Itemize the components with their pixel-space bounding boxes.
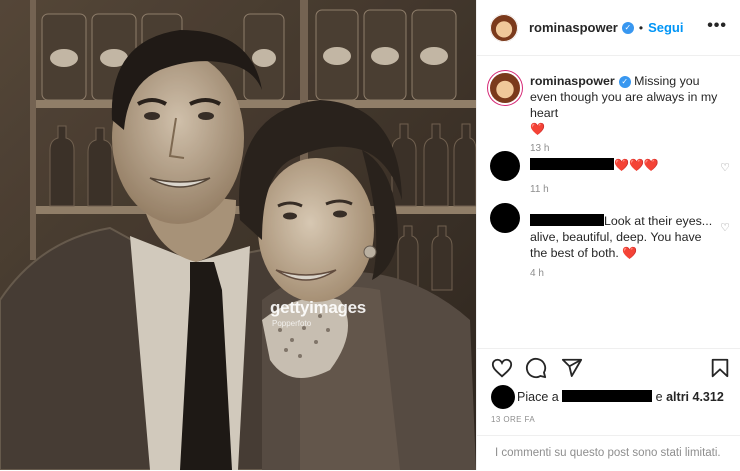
redacted-username <box>530 158 614 170</box>
action-icons <box>491 357 731 381</box>
comment-hearts: ❤️❤️❤️ <box>614 158 659 172</box>
liker-avatar[interactable] <box>491 385 515 409</box>
likes-conjunction: e <box>655 390 663 404</box>
comment-heart-emoji: ❤️ <box>622 246 638 260</box>
verified-badge-icon: ✓ <box>621 21 634 34</box>
getty-watermark: gettyimages <box>270 298 366 317</box>
author-username[interactable]: rominaspower <box>529 20 618 35</box>
comments-list[interactable]: rominaspower ✓ Missing you even though yo… <box>477 57 740 347</box>
comments-limited-notice: I commenti su questo post sono stati lim… <box>477 435 740 471</box>
likes-others-count[interactable]: altri 4.312 <box>666 390 724 404</box>
comment-body: ❤️❤️❤️ <box>530 157 720 173</box>
comment-like-heart-icon[interactable]: ♡ <box>720 161 730 174</box>
caption-username[interactable]: rominaspower <box>530 74 615 88</box>
redacted-username <box>530 214 604 226</box>
caption-body: rominaspower ✓ Missing you even though yo… <box>530 73 720 137</box>
follow-button[interactable]: Segui <box>648 20 683 35</box>
caption: rominaspower ✓ Missing you even though yo… <box>490 73 730 154</box>
instagram-post: gettyimages Popperfoto rominaspower ✓ • … <box>0 0 740 470</box>
post-header: rominaspower ✓ • Segui ••• <box>477 0 740 56</box>
watermark-credit: Popperfoto <box>272 319 312 328</box>
comment-like-heart-icon[interactable]: ♡ <box>720 221 730 234</box>
header-separator: • <box>638 20 644 35</box>
vintage-photo-illustration <box>0 0 476 470</box>
comment-item: ❤️❤️❤️ 11 h ♡ <box>490 151 730 195</box>
more-options-icon[interactable]: ••• <box>707 17 727 35</box>
send-icon[interactable] <box>561 357 583 379</box>
likes-summary: Piace a e altri 4.312 <box>491 385 731 409</box>
author-avatar[interactable] <box>490 13 518 42</box>
caption-heart-emoji: ❤️ <box>530 122 545 136</box>
post-age[interactable]: 13 ORE FA <box>491 415 535 424</box>
comment-avatar[interactable] <box>490 151 520 181</box>
comment-icon[interactable] <box>525 357 547 379</box>
verified-badge-icon: ✓ <box>618 76 631 88</box>
bookmark-icon[interactable] <box>709 357 731 379</box>
comment-time[interactable]: 11 h <box>530 184 549 195</box>
post-side-panel: rominaspower ✓ • Segui ••• rominaspower ✓… <box>476 0 740 470</box>
redacted-liker <box>562 390 653 402</box>
comment-body: Look at their eyes... alive, beautiful, … <box>530 213 720 261</box>
likes-text: Piace a e altri 4.312 <box>517 390 724 404</box>
comment-time[interactable]: 4 h <box>530 268 544 279</box>
likes-prefix: Piace a <box>517 390 559 404</box>
post-photo[interactable]: gettyimages Popperfoto <box>0 0 476 470</box>
caption-avatar[interactable] <box>490 73 520 103</box>
action-bar: Piace a e altri 4.312 13 ORE FA I commen… <box>477 348 740 470</box>
comment-item: Look at their eyes... alive, beautiful, … <box>490 203 730 283</box>
heart-icon[interactable] <box>491 357 513 379</box>
comment-avatar[interactable] <box>490 203 520 233</box>
